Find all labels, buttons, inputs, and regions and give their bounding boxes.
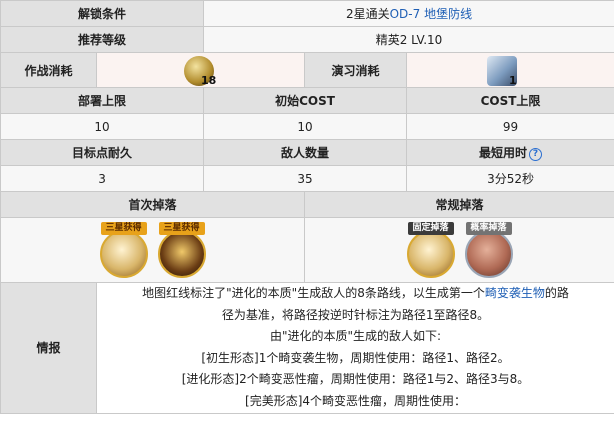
stats2-values-row: 3 35 3分52秒 [0,165,614,192]
cost-max-value: 99 [406,113,614,140]
combat-cost-cell: 18 [95,52,306,88]
material-box-icon [406,230,455,278]
material-box-icon [99,230,148,278]
drop-item[interactable]: 三星获得 [156,222,208,278]
info-line: 由"进化的本质"生成的敌人如下: [269,329,442,344]
info-line: [完美形态]4个畸变恶性瘤，周期性使用： [245,393,467,408]
brick-icon [464,230,513,278]
cost-max-label: COST上限 [406,87,614,114]
drops-header-row: 首次掉落 常规掉落 [0,191,614,218]
combat-cost-count: 18 [201,74,217,87]
regular-drop-cell: 固定掉落 概率掉落 [304,217,614,283]
durability-label: 目标点耐久 [0,139,205,166]
cost-row: 作战消耗 18 演习消耗 1 [0,52,614,88]
enemy-count-label: 敌人数量 [203,139,408,166]
exercise-cost-count: 1 [509,74,517,87]
drop-item[interactable]: 概率掉落 [463,222,515,278]
drops-row: 三星获得 三星获得 固定掉落 概率掉落 [0,217,614,283]
recommend-label: 推荐等级 [0,26,205,53]
orundum-icon [157,230,206,278]
stats2-header-row: 目标点耐久 敌人数量 最短用时? [0,139,614,166]
unlock-value: 2星通关OD-7 地堡防线 [203,0,614,27]
stats-values-row: 10 10 99 [0,113,614,140]
unlock-label: 解锁条件 [0,0,205,27]
drop-tag: 固定掉落 [407,222,454,235]
regular-drop-label: 常规掉落 [304,191,614,218]
stage-info-table: 解锁条件 2星通关OD-7 地堡防线 推荐等级 精英2 LV.10 作战消耗 1… [0,0,614,414]
info-line: [初生形态]1个畸变袭生物，周期性使用：路径1、路径2。 [201,350,510,365]
info-label: 情报 [0,282,97,414]
info-row: 情报 地图红线标注了"进化的本质"生成敌人的8条路线，以生成第一个畸变袭生物的路… [0,282,614,414]
drop-item[interactable]: 固定掉落 [405,222,457,278]
first-drop-cell: 三星获得 三星获得 [0,217,306,283]
info-text: 地图红线标注了"进化的本质"生成敌人的8条路线，以生成第一个 [142,286,485,300]
first-drop-list: 三星获得 三星获得 [2,219,304,282]
unlock-row: 解锁条件 2星通关OD-7 地堡防线 [0,0,614,27]
info-text: 的路 [544,286,569,300]
help-icon[interactable]: ? [529,148,543,161]
drop-item[interactable]: 三星获得 [98,222,150,278]
drop-tag: 三星获得 [100,222,147,235]
info-line: 地图红线标注了"进化的本质"生成敌人的8条路线，以生成第一个畸变袭生物的路 [98,283,614,304]
deploy-limit-label: 部署上限 [0,87,205,114]
info-body: 地图红线标注了"进化的本质"生成敌人的8条路线，以生成第一个畸变袭生物的路 径为… [95,282,614,414]
info-line: 径为基准，将路径按逆时针标注为路径1至路径8。 [221,307,490,322]
first-drop-label: 首次掉落 [0,191,306,218]
info-line: [进化形态]2个畸变恶性瘤，周期性使用：路径1与2、路径3与8。 [181,372,530,387]
recommend-row: 推荐等级 精英2 LV.10 [0,26,614,53]
stats-header-row: 部署上限 初始COST COST上限 [0,87,614,114]
enemy-count-value: 35 [203,165,408,192]
init-cost-value: 10 [203,113,408,140]
recommend-value: 精英2 LV.10 [203,26,614,53]
stage-link-name[interactable]: 地堡防线 [424,7,472,21]
exercise-cost-label: 演习消耗 [304,52,408,88]
regular-drop-list: 固定掉落 概率掉落 [306,219,614,282]
drop-tag: 概率掉落 [465,222,512,235]
durability-value: 3 [0,165,205,192]
exercise-cost-cell: 1 [406,52,614,88]
stage-link-od7[interactable]: OD-7 [390,7,421,21]
unlock-prefix: 2星通关 [345,7,390,21]
combat-cost-label: 作战消耗 [0,52,97,88]
fastest-time-header: 最短用时? [406,139,614,166]
fastest-time-label: 最短用时 [479,146,528,160]
drop-tag: 三星获得 [158,222,205,235]
deploy-limit-value: 10 [0,113,205,140]
enemy-link[interactable]: 畸变袭生物 [485,286,545,300]
init-cost-label: 初始COST [203,87,408,114]
fastest-time-value: 3分52秒 [406,165,614,192]
